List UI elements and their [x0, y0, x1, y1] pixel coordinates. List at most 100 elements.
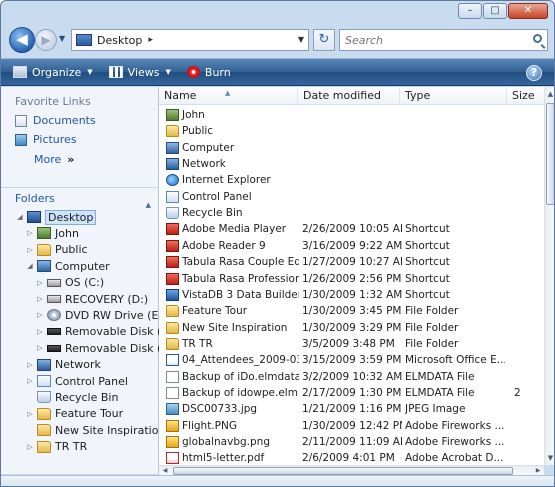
- folders-header[interactable]: Folders ▲: [1, 187, 159, 209]
- expand-toggle-icon[interactable]: ▷: [25, 246, 35, 254]
- file-name-cell[interactable]: Control Panel: [166, 189, 299, 205]
- address-location[interactable]: Desktop: [97, 34, 142, 47]
- maximize-button[interactable]: □: [483, 3, 507, 19]
- forward-button[interactable]: ▶: [35, 29, 57, 51]
- tree-item[interactable]: ▷ RECOVERY (D:): [35, 291, 148, 307]
- tree-item[interactable]: ◢ Computer: [25, 258, 109, 274]
- breadcrumb-chevron-icon[interactable]: ▸: [148, 35, 153, 45]
- file-row[interactable]: Flight.PNG 1/30/2009 12:42 PM Adobe Firewo…: [159, 418, 544, 434]
- file-row[interactable]: John: [159, 107, 544, 123]
- file-name-cell[interactable]: Public: [166, 123, 299, 139]
- search-input[interactable]: [343, 30, 523, 50]
- vertical-scroll-thumb[interactable]: [546, 103, 554, 205]
- tree-item[interactable]: ▷ John: [25, 225, 79, 241]
- expand-toggle-icon[interactable]: ▷: [35, 328, 45, 336]
- refresh-button[interactable]: ↻: [313, 29, 335, 51]
- column-header-name[interactable]: Name ▲: [159, 87, 298, 105]
- file-name-cell[interactable]: DSC00733.jpg: [166, 401, 299, 417]
- file-row[interactable]: DSC00733.jpg 1/21/2009 1:16 PM JPEG Image: [159, 401, 544, 417]
- file-name-cell[interactable]: Recycle Bin: [166, 205, 299, 221]
- file-name-cell[interactable]: globalnavbg.png: [166, 434, 299, 450]
- organize-button[interactable]: Organize ▼: [13, 66, 93, 79]
- scroll-down-icon[interactable]: ▼: [545, 451, 554, 465]
- address-bar[interactable]: Desktop ▸ ▼: [71, 29, 309, 51]
- horizontal-scrollbar[interactable]: ◀ ▶: [159, 465, 544, 475]
- file-name-cell[interactable]: John: [166, 107, 299, 123]
- file-row[interactable]: 04_Attendees_2009-03-...3/15/2009 3:59 P…: [159, 352, 544, 368]
- minimize-button[interactable]: –: [458, 3, 482, 19]
- file-name-cell[interactable]: Feature Tour: [166, 303, 299, 319]
- expand-toggle-icon[interactable]: ▷: [35, 344, 45, 352]
- file-name-cell[interactable]: New Site Inspiration: [166, 320, 299, 336]
- address-dropdown-icon[interactable]: ▼: [298, 35, 304, 44]
- file-row[interactable]: html5-letter.pdf 2/6/2009 4:01 PM Adobe Ac…: [159, 450, 544, 465]
- search-box[interactable]: [339, 29, 548, 51]
- favorite-link-documents[interactable]: Documents: [15, 114, 96, 127]
- file-row[interactable]: Adobe Media Player 2/26/2009 10:05 AM Shor…: [159, 221, 544, 237]
- burn-button[interactable]: Burn: [186, 66, 231, 79]
- file-row[interactable]: Backup of iDo.elmdata 3/2/2009 10:32 AM EL…: [159, 369, 544, 385]
- file-row[interactable]: Feature Tour 1/30/2009 3:45 PM File Folder: [159, 303, 544, 319]
- tree-item[interactable]: ▷ Public: [25, 242, 87, 258]
- file-name-cell[interactable]: Tabula Rasa Couple Ed...: [166, 254, 299, 270]
- tree-item[interactable]: ▷ OS (C:): [35, 275, 104, 291]
- file-row[interactable]: Computer: [159, 140, 544, 156]
- file-row[interactable]: Network: [159, 156, 544, 172]
- file-name-cell[interactable]: VistaDB 3 Data Builder: [166, 287, 299, 303]
- close-button[interactable]: ✕: [508, 3, 548, 19]
- file-row[interactable]: Tabula Rasa Couple Ed... 1/27/2009 10:27 …: [159, 254, 544, 270]
- tree-item[interactable]: ▷ Removable Disk (G:): [35, 340, 178, 356]
- file-name-cell[interactable]: 04_Attendees_2009-03-...: [166, 352, 299, 368]
- chevron-up-icon[interactable]: ▲: [146, 194, 151, 216]
- file-name-cell[interactable]: Adobe Media Player: [166, 221, 299, 237]
- file-name-cell[interactable]: Backup of idowpe.elm...: [166, 385, 299, 401]
- expand-toggle-icon[interactable]: ▷: [35, 295, 45, 303]
- tree-item[interactable]: ▷ Feature Tour: [25, 406, 123, 422]
- column-header-type[interactable]: Type: [400, 87, 507, 105]
- file-row[interactable]: Public: [159, 123, 544, 139]
- expand-toggle-icon[interactable]: ▷: [35, 311, 45, 319]
- file-row[interactable]: Internet Explorer: [159, 172, 544, 188]
- file-row[interactable]: globalnavbg.png 2/11/2009 11:09 AM Adobe F…: [159, 434, 544, 450]
- file-name-cell[interactable]: Computer: [166, 140, 299, 156]
- tree-item[interactable]: ▷ DVD RW Drive (E:): [35, 307, 166, 323]
- search-icon[interactable]: [533, 34, 542, 43]
- file-name-cell[interactable]: Network: [166, 156, 299, 172]
- tree-item[interactable]: ◢ Desktop: [15, 209, 97, 225]
- file-row[interactable]: Adobe Reader 9 3/16/2009 9:22 AM Shortcut: [159, 238, 544, 254]
- tree-item[interactable]: ▷ Removable Disk (F:): [35, 324, 175, 340]
- file-name-cell[interactable]: Tabula Rasa Profession...: [166, 271, 299, 287]
- column-header-size[interactable]: Size: [507, 87, 544, 105]
- tree-item[interactable]: ▷ Network: [25, 357, 101, 373]
- favorite-link-pictures[interactable]: Pictures: [15, 133, 77, 146]
- expand-toggle-icon[interactable]: ▷: [25, 377, 35, 385]
- tree-item[interactable]: New Site Inspiration: [25, 422, 165, 438]
- help-button[interactable]: ?: [526, 65, 542, 81]
- expand-toggle-icon[interactable]: ▷: [25, 361, 35, 369]
- file-row[interactable]: Backup of idowpe.elm... 2/17/2009 1:30 PM…: [159, 385, 544, 401]
- file-row[interactable]: VistaDB 3 Data Builder 1/30/2009 1:32 AM S…: [159, 287, 544, 303]
- scroll-up-icon[interactable]: ▲: [545, 87, 554, 101]
- file-row[interactable]: New Site Inspiration 1/30/2009 3:29 PM Fil…: [159, 320, 544, 336]
- file-name-cell[interactable]: html5-letter.pdf: [166, 450, 299, 465]
- views-button[interactable]: Views ▼: [108, 66, 171, 79]
- tree-item[interactable]: ▷ Control Panel: [25, 373, 128, 389]
- file-name-cell[interactable]: Adobe Reader 9: [166, 238, 299, 254]
- file-row[interactable]: TR TR 3/5/2009 3:48 PM File Folder: [159, 336, 544, 352]
- file-name-cell[interactable]: Internet Explorer: [166, 172, 299, 188]
- tree-item[interactable]: Recycle Bin: [25, 389, 118, 405]
- expand-toggle-icon[interactable]: ▷: [35, 279, 45, 287]
- expand-toggle-icon[interactable]: ◢: [15, 213, 25, 221]
- file-name-cell[interactable]: Backup of iDo.elmdata: [166, 369, 299, 385]
- expand-toggle-icon[interactable]: ◢: [25, 262, 35, 270]
- more-links-button[interactable]: More »: [34, 153, 74, 166]
- vertical-scrollbar[interactable]: ▲ ▼: [544, 87, 554, 465]
- file-name-cell[interactable]: TR TR: [166, 336, 299, 352]
- horizontal-scroll-thumb[interactable]: [173, 467, 513, 475]
- expand-toggle-icon[interactable]: ▷: [25, 410, 35, 418]
- back-button[interactable]: ◀: [9, 27, 35, 53]
- expand-toggle-icon[interactable]: ▷: [25, 443, 35, 451]
- file-row[interactable]: Tabula Rasa Profession... 1/26/2009 2:56 …: [159, 271, 544, 287]
- file-name-cell[interactable]: Flight.PNG: [166, 418, 299, 434]
- file-row[interactable]: Control Panel: [159, 189, 544, 205]
